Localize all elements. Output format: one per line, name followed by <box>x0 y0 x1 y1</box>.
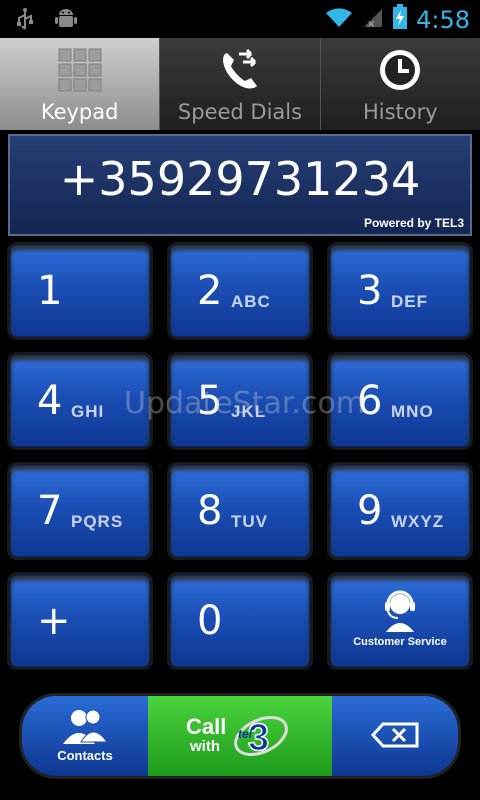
usb-icon <box>14 7 36 36</box>
key-0[interactable]: 0 <box>170 575 310 667</box>
key-digit: 2 <box>197 268 223 314</box>
signal-icon: × <box>362 5 384 34</box>
key-letters: MNO <box>391 402 434 421</box>
status-clock: 4:58 <box>416 5 470 34</box>
wifi-icon <box>324 5 354 34</box>
contacts-label: Contacts <box>57 748 113 763</box>
key-1[interactable]: 1 <box>10 245 150 337</box>
key-digit: 9 <box>357 488 383 534</box>
svg-text:tel: tel <box>238 727 253 741</box>
speed-dial-icon <box>217 48 263 97</box>
key-5[interactable]: 5 JKL <box>170 355 310 447</box>
battery-charging-icon <box>392 4 408 35</box>
key-2[interactable]: 2 ABC <box>170 245 310 337</box>
svg-text:×: × <box>367 19 375 29</box>
customer-service-label: Customer Service <box>353 636 447 648</box>
key-digit: 6 <box>357 378 383 424</box>
tab-speed-dials-label: Speed Dials <box>177 100 303 124</box>
contacts-button[interactable]: Contacts <box>22 696 148 776</box>
keypad-grid-icon <box>58 48 102 97</box>
key-letters: WXYZ <box>391 512 445 531</box>
call-button[interactable]: Call with 3 tel <box>148 696 332 776</box>
key-digit: + <box>37 598 71 644</box>
headset-agent-icon <box>380 588 420 637</box>
key-3[interactable]: 3 DEF <box>330 245 470 337</box>
status-bar: × 4:58 <box>0 0 480 38</box>
customer-service-button[interactable]: Customer Service <box>330 575 470 667</box>
tab-keypad[interactable]: Keypad <box>0 38 160 130</box>
key-9[interactable]: 9 WXYZ <box>330 465 470 557</box>
key-digit: 8 <box>197 488 223 534</box>
key-digit: 3 <box>357 268 383 314</box>
key-digit: 4 <box>37 378 63 424</box>
key-letters: DEF <box>391 292 428 311</box>
key-digit: 0 <box>197 598 223 644</box>
key-digit: 7 <box>37 488 63 534</box>
key-letters: TUV <box>231 512 268 531</box>
android-icon <box>54 7 78 36</box>
number-display[interactable]: +35929731234 Powered by TEL3 <box>8 134 472 236</box>
key-letters: ABC <box>231 292 271 311</box>
powered-by-label: Powered by TEL3 <box>363 216 464 230</box>
key-plus[interactable]: + <box>10 575 150 667</box>
clock-icon <box>378 48 422 97</box>
key-letters: JKL <box>231 402 267 421</box>
tab-history-label: History <box>362 100 438 124</box>
dialed-number: +35929731234 <box>59 152 421 206</box>
call-label: Call <box>186 714 227 739</box>
backspace-icon <box>370 722 419 753</box>
key-digit: 5 <box>197 378 223 424</box>
key-7[interactable]: 7 PQRS <box>10 465 150 557</box>
tab-bar: Keypad Speed Dials History <box>0 38 480 130</box>
tab-keypad-label: Keypad <box>40 100 119 124</box>
contacts-icon <box>61 708 109 751</box>
tel3-logo-icon: 3 tel <box>232 710 290 767</box>
tab-history[interactable]: History <box>319 38 480 130</box>
key-8[interactable]: 8 TUV <box>170 465 310 557</box>
key-6[interactable]: 6 MNO <box>330 355 470 447</box>
bottom-action-bar: Contacts Call with 3 tel <box>22 696 458 776</box>
key-letters: PQRS <box>71 512 124 531</box>
key-letters: GHI <box>71 402 105 421</box>
key-4[interactable]: 4 GHI <box>10 355 150 447</box>
backspace-button[interactable] <box>332 696 458 776</box>
tab-speed-dials[interactable]: Speed Dials <box>159 38 320 130</box>
with-label: with <box>190 738 220 755</box>
key-digit: 1 <box>37 268 63 314</box>
